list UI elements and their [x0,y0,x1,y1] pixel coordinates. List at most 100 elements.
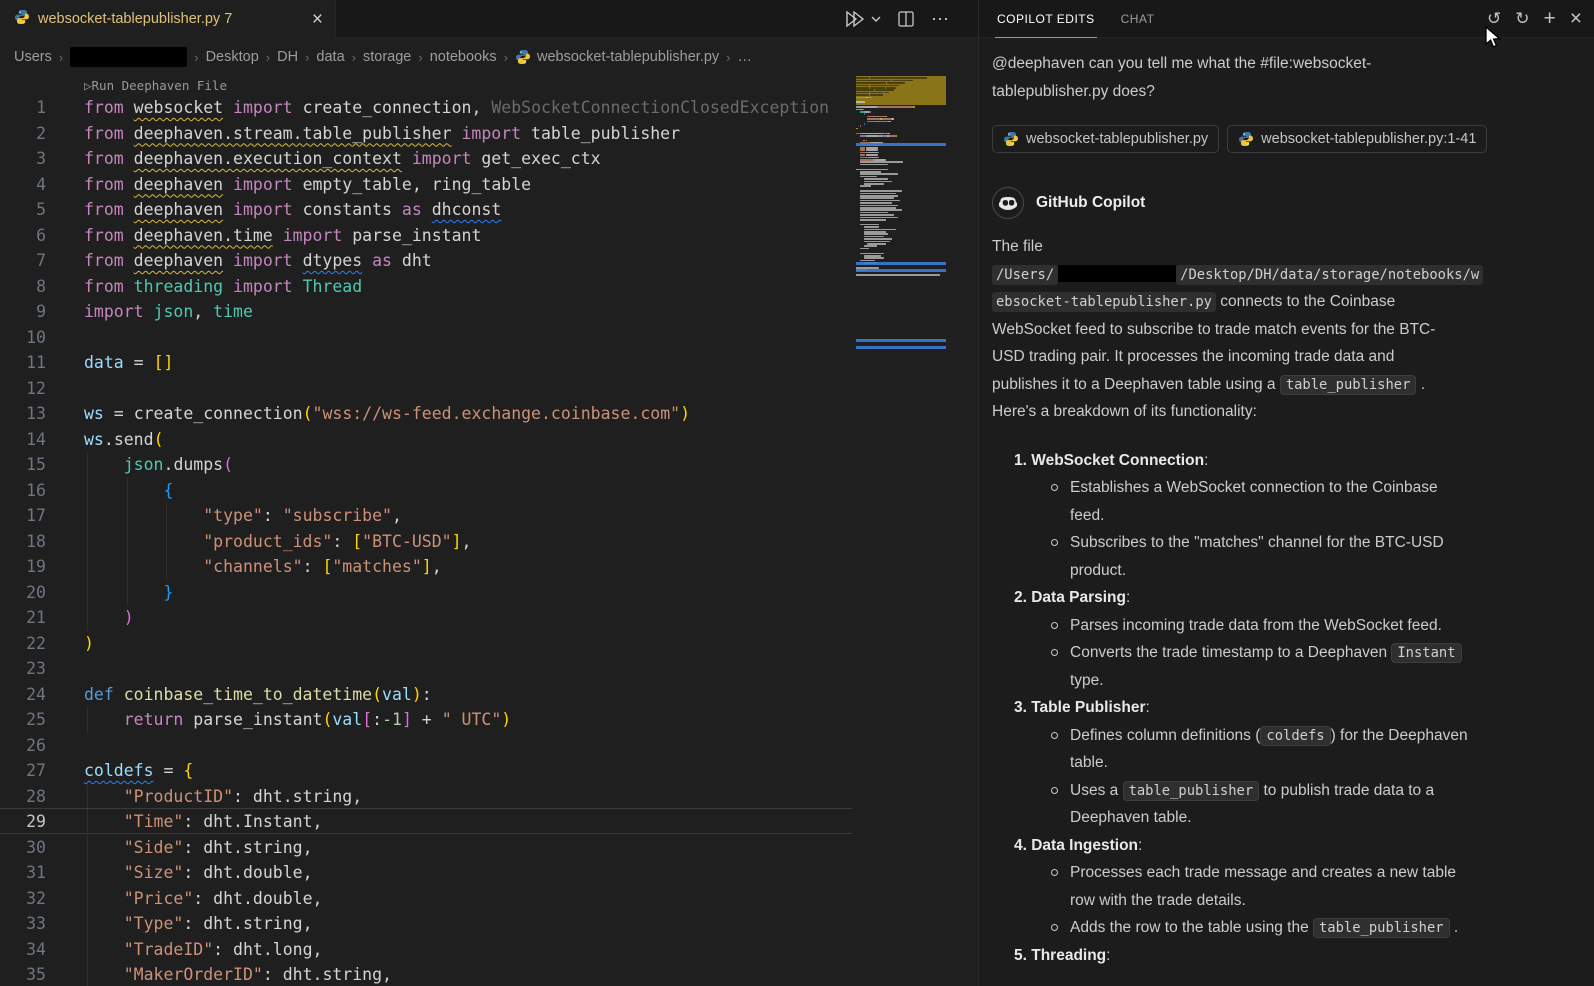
line-number: 28 [0,784,46,810]
response-paragraph-line: /Users//Desktop/DH/data/storage/notebook… [992,261,1558,289]
code-line: 21 ) [0,605,852,631]
response-text: Subscribes to the "matches" channel for … [1070,534,1444,551]
run-python-file-button[interactable] [843,9,881,29]
indent-guide [87,503,88,529]
bullet-circle-icon [1051,732,1058,739]
code-token: ) [84,634,94,653]
indent-guide [166,554,167,580]
code-line: 25 return parse_instant(val[:-1] + " UTC… [0,707,852,733]
code-token: [] [154,353,174,372]
list-bullet-line: table. [992,749,1558,777]
code-token: threading [134,277,223,296]
line-number: 3 [0,146,46,172]
line-number: 11 [0,350,46,376]
code-token: , [303,914,313,933]
minimap-selection-highlight [856,143,946,146]
run-deephaven-file-codelens[interactable]: ▷Run Deephaven File [84,78,227,93]
tab-close-icon[interactable]: × [312,10,323,29]
code-token: from [84,226,134,245]
code-token: : [372,710,382,729]
tab-copilot-edits[interactable]: COPILOT EDITS [995,0,1097,38]
code-line: 3from deephaven.execution_context import… [0,146,852,172]
panel-header-actions: ↺ ↻ + × [1487,8,1594,29]
bullet-circle-icon [1051,924,1058,931]
code-token: ] [452,532,462,551]
code-token: val [332,710,362,729]
close-panel-icon[interactable]: × [1570,8,1582,29]
response-text: Uses a [1070,782,1123,799]
code-line: 29 "Time": dht.Instant, [0,809,852,835]
breadcrumb-item[interactable]: storage [363,49,411,65]
python-icon [1003,131,1019,147]
code-token: "Size" [124,863,184,882]
code-line: 6from deephaven.time import parse_instan… [0,223,852,249]
line-number: 24 [0,682,46,708]
indent-guide [87,580,88,606]
redo-icon[interactable]: ↻ [1515,10,1529,27]
breadcrumb-item[interactable]: DH [277,49,298,65]
new-session-icon[interactable]: + [1543,8,1555,29]
copilot-panel-header: COPILOT EDITS CHAT ↺ ↻ + × [978,0,1594,38]
code-line: 35 "MakerOrderID": dht.string, [0,962,852,986]
code-token [392,200,402,219]
indent-guide [87,962,88,986]
tab-chat[interactable]: CHAT [1119,0,1157,38]
more-actions-button[interactable]: ⋯ [931,9,950,30]
line-number: 2 [0,121,46,147]
code-token [84,787,124,806]
code-token: , [303,863,313,882]
file-context-chip[interactable]: websocket-tablepublisher.py:1-41 [1227,125,1487,153]
inline-code: Instant [1391,643,1461,663]
chevron-right-icon: › [504,50,508,65]
code-token [84,455,124,474]
file-context-chip[interactable]: websocket-tablepublisher.py [992,125,1219,153]
code-editor[interactable]: ▷Run Deephaven File 1from websocket impo… [0,76,852,986]
code-token [452,124,462,143]
run-icon [843,9,867,29]
code-token: from [84,277,134,296]
inline-code: coldefs [1260,726,1330,746]
code-line: 20 } [0,580,852,606]
response-text: Adds the row to the table using the [1070,919,1313,936]
breadcrumb-item[interactable]: notebooks [430,49,497,65]
code-token [84,710,124,729]
breadcrumb-item[interactable]: Users [14,49,52,65]
breadcrumb-item[interactable]: … [737,49,752,65]
code-token [84,557,203,576]
indent-guide [87,452,88,478]
code-line: 11data = [] [0,350,852,376]
breadcrumb-item[interactable]: Desktop [206,49,259,65]
undo-icon[interactable]: ↺ [1487,10,1501,27]
code-token: dht.string [203,914,302,933]
code-token: json [124,455,164,474]
code-line: 1from websocket import create_connection… [0,95,852,121]
redacted-path [1058,265,1176,282]
code-token: from [84,200,134,219]
chevron-right-icon: › [194,50,198,65]
line-number: 5 [0,197,46,223]
breadcrumb-item[interactable] [70,47,187,67]
code-token: "TradeID" [124,940,213,959]
code-token: ] [422,557,432,576]
code-line: 23 [0,656,852,682]
code-line: 17 "type": "subscribe", [0,503,852,529]
code-line: 2from deephaven.stream.table_publisher i… [0,121,852,147]
breadcrumb-item[interactable]: data [316,49,344,65]
breadcrumb-item[interactable]: websocket-tablepublisher.py [515,49,719,65]
tab-websocket-tablepublisher[interactable]: websocket-tablepublisher.py 7 × [0,0,336,38]
code-token [362,251,372,270]
response-text: Deephaven table. [1070,809,1192,826]
response-header: GitHub Copilot [992,186,1558,220]
copilot-icon [999,197,1017,210]
split-editor-button[interactable] [897,10,915,28]
line-number: 8 [0,274,46,300]
code-token: ring_table [432,175,531,194]
response-paragraph-line: publishes it to a Deephaven table using … [992,371,1558,399]
code-token: [ [322,557,332,576]
editor-tab-bar: websocket-tablepublisher.py 7 × ⋯ [0,0,978,38]
minimap[interactable] [852,76,952,376]
line-number: 31 [0,860,46,886]
indent-guide [166,503,167,529]
code-token: "ProductID" [124,787,233,806]
code-line: 28 "ProductID": dht.string, [0,784,852,810]
